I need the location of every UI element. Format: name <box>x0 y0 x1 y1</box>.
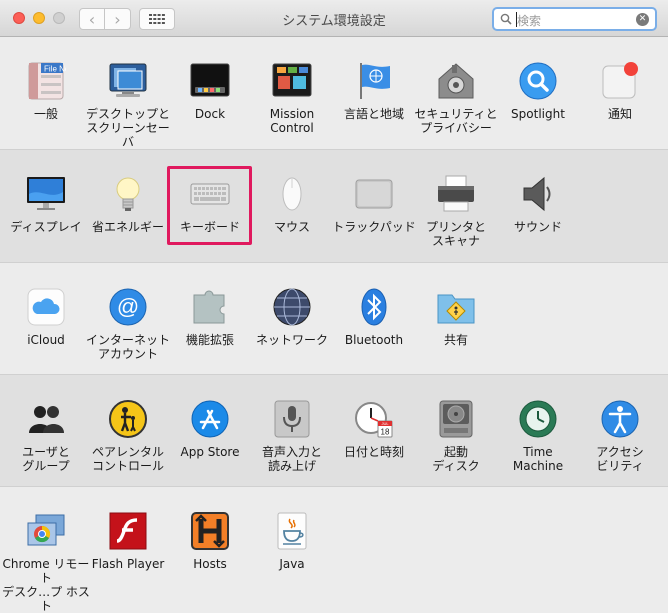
mouse-icon <box>282 177 302 211</box>
pref-label: プリンタと スキャナ <box>425 220 486 248</box>
security-privacy-icon <box>438 63 474 99</box>
pref-label: マウス <box>273 220 310 234</box>
pref-label: 一般 <box>33 107 58 121</box>
language-region-icon <box>360 63 390 99</box>
keyboard-selection-highlight <box>167 166 252 245</box>
pref-label: 通知 <box>607 107 632 121</box>
general-icon-file-text: File New Ope <box>44 65 66 74</box>
clear-search-icon[interactable]: ✕ <box>636 13 649 26</box>
navigation-buttons: ‹ › <box>79 8 131 30</box>
show-all-button[interactable] <box>139 8 175 30</box>
pref-label: ユーザと グループ <box>22 445 70 473</box>
pref-label: Flash Player <box>91 557 165 571</box>
search-placeholder: 検索 <box>517 14 542 28</box>
flash-player-icon <box>109 512 147 550</box>
desktop-screensaver-icon <box>109 63 147 97</box>
pref-label: Bluetooth <box>344 333 404 347</box>
section-system: ユーザと グループ ペアレンタル コントロール App Store 音声入力と … <box>0 375 668 487</box>
grid-icon <box>149 14 165 24</box>
pref-label: Hosts <box>193 557 227 571</box>
pref-label: セキュリティと プライバシー <box>414 107 498 135</box>
pref-label: iCloud <box>27 333 65 347</box>
pref-label: Dock <box>194 107 226 121</box>
hosts-icon <box>191 512 229 550</box>
internet-accounts-icon: @ <box>109 288 147 326</box>
section-internet-wireless: iCloud @ インターネット アカウント 機能拡張 ネットワーク Bluet… <box>0 263 668 375</box>
chrome-remote-desktop-icon <box>27 514 65 546</box>
pref-label: 音声入力と 読み上げ <box>261 445 322 473</box>
parental-controls-icon <box>109 400 147 438</box>
section-other: Chrome リモート デスク…プ ホスト Flash Player Hosts <box>0 487 668 613</box>
pref-label: ネットワーク <box>255 333 328 347</box>
time-machine-icon <box>519 400 557 438</box>
pref-label: 共有 <box>443 333 468 347</box>
search-field[interactable]: 検索 ✕ <box>492 7 657 31</box>
section-hardware: ディスプレイ 省エネルギー キーボード マウス トラックパッド プリンタと スキ… <box>0 150 668 263</box>
date-time-icon: JUL 18 <box>355 402 393 438</box>
pref-label: 機能拡張 <box>185 333 234 347</box>
svg-text:@: @ <box>117 294 139 319</box>
close-window-button[interactable] <box>13 12 25 24</box>
general-icon: File New Ope <box>28 62 66 100</box>
minimize-window-button[interactable] <box>33 12 45 24</box>
pref-label: Time Machine <box>512 445 564 473</box>
notifications-icon <box>602 62 638 99</box>
printer-scanner-icon <box>438 175 474 212</box>
pref-label: インターネット アカウント <box>85 333 170 361</box>
trackpad-icon <box>355 179 393 209</box>
section-personal: File New Ope 一般 デスクトップと スクリーンセーバ <box>0 37 668 150</box>
pref-label: デスクトップと スクリーンセーバ <box>85 107 170 149</box>
pref-label: Spotlight <box>511 107 565 121</box>
pref-label: App Store <box>180 445 240 459</box>
pref-label: アクセシ ビリティ <box>596 445 644 473</box>
pref-label: Java <box>279 557 305 571</box>
zoom-window-button[interactable] <box>53 12 65 24</box>
startup-disk-icon <box>439 400 473 438</box>
pref-label: 省エネルギー <box>91 220 164 234</box>
java-icon <box>277 512 307 550</box>
system-preferences-window: ‹ › システム環境設定 検索 ✕ File N 一般 デスクトップと スクリー… <box>0 0 668 613</box>
app-store-icon <box>191 400 229 438</box>
pref-label: ディスプレイ <box>10 220 82 234</box>
pref-label: 言語と地域 <box>343 107 404 121</box>
icloud-icon <box>27 288 65 326</box>
users-groups-icon <box>29 406 64 433</box>
extensions-icon <box>193 290 225 324</box>
forward-button[interactable]: › <box>105 8 131 30</box>
spotlight-icon <box>519 62 557 100</box>
window-title: システム環境設定 <box>282 14 386 29</box>
network-icon <box>273 288 311 326</box>
pref-label: 起動 ディスク <box>432 445 480 473</box>
calendar-month-text: JUL <box>381 421 389 426</box>
calendar-day-text: 18 <box>381 428 390 437</box>
sound-icon <box>523 176 551 212</box>
dock-icon <box>190 63 230 97</box>
dictation-speech-icon <box>274 400 310 438</box>
mission-control-icon <box>272 63 312 97</box>
back-button[interactable]: ‹ <box>79 8 105 30</box>
title-bar: ‹ › システム環境設定 検索 ✕ <box>0 0 668 37</box>
pref-label: 日付と時刻 <box>343 445 404 459</box>
bluetooth-icon <box>361 288 387 326</box>
energy-saver-icon <box>116 177 140 211</box>
pref-label: サウンド <box>513 220 562 234</box>
search-icon <box>500 13 512 25</box>
display-icon <box>27 177 65 210</box>
pref-label: Mission Control <box>269 107 315 135</box>
pref-label: Chrome リモート デスク…プ ホスト <box>2 557 90 613</box>
sharing-icon <box>437 294 475 324</box>
pref-label: トラックパッド <box>332 220 416 234</box>
accessibility-icon <box>601 400 639 438</box>
pref-label: ペアレンタル コントロール <box>91 445 164 473</box>
